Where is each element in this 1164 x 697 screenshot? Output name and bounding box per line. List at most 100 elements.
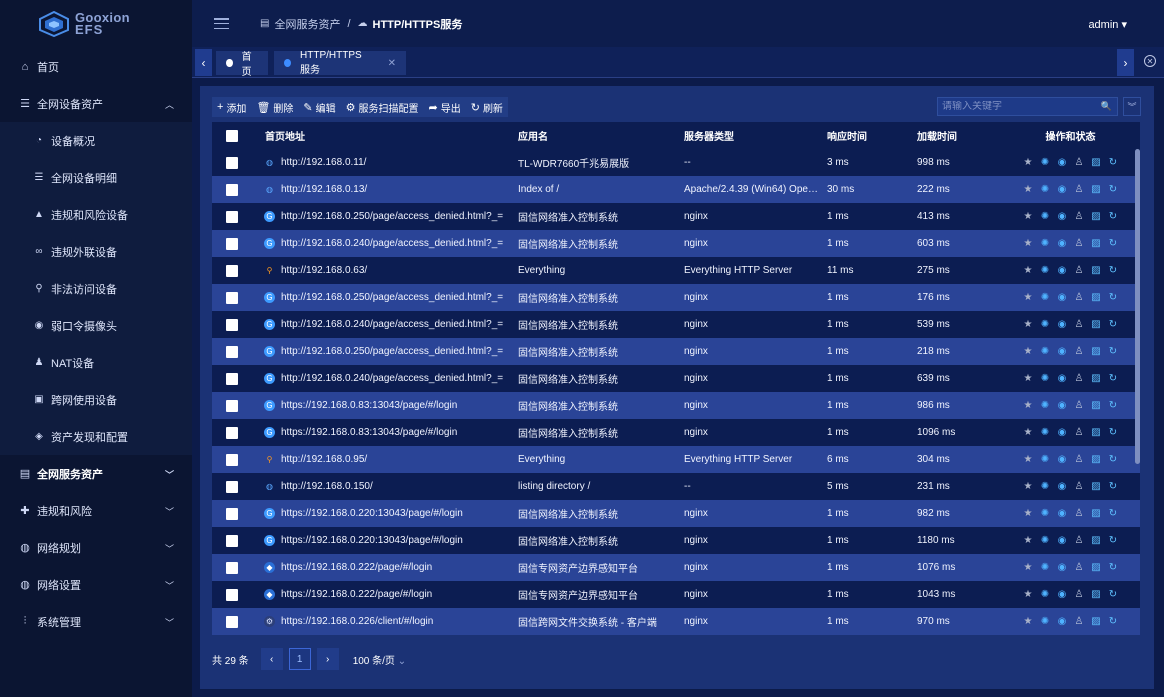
row-url[interactable]: http://192.168.0.63/: [281, 265, 367, 276]
bulb-icon[interactable]: ✺: [1039, 292, 1051, 304]
user-icon[interactable]: ♙: [1073, 400, 1085, 412]
refresh-icon[interactable]: ↻: [1107, 481, 1119, 493]
star-icon[interactable]: ★: [1022, 616, 1034, 628]
table-row[interactable]: ◍ http://192.168.0.13/Index of / Apache/2.…: [212, 176, 1140, 203]
bulb-icon[interactable]: ✺: [1039, 184, 1051, 196]
table-row[interactable]: Ghttps://192.168.0.220:13043/page/#/logi…: [212, 527, 1140, 554]
export-button[interactable]: ➦ 导出: [424, 97, 466, 117]
star-icon[interactable]: ★: [1022, 400, 1034, 412]
table-row[interactable]: ◍ http://192.168.0.150/listing directory …: [212, 473, 1140, 500]
row-url[interactable]: http://192.168.0.250/page/access_denied.…: [281, 292, 503, 303]
image-icon[interactable]: ▨: [1090, 292, 1102, 304]
user-icon[interactable]: ♙: [1073, 157, 1085, 169]
row-checkbox[interactable]: [226, 210, 238, 223]
table-row[interactable]: Ghttp://192.168.0.240/page/access_denied…: [212, 230, 1140, 257]
star-icon[interactable]: ★: [1022, 427, 1034, 439]
refresh-icon[interactable]: ↻: [1107, 508, 1119, 520]
bulb-icon[interactable]: ✺: [1039, 157, 1051, 169]
eye-icon[interactable]: ◉: [1056, 265, 1068, 277]
table-scrollbar[interactable]: [1135, 149, 1140, 464]
star-icon[interactable]: ★: [1022, 481, 1034, 493]
image-icon[interactable]: ▨: [1090, 157, 1102, 169]
table-row[interactable]: Ghttp://192.168.0.250/page/access_denied…: [212, 284, 1140, 311]
bulb-icon[interactable]: ✺: [1039, 238, 1051, 250]
image-icon[interactable]: ▨: [1090, 238, 1102, 250]
bulb-icon[interactable]: ✺: [1039, 373, 1051, 385]
image-icon[interactable]: ▨: [1090, 562, 1102, 574]
row-url[interactable]: http://192.168.0.11/: [281, 157, 366, 168]
star-icon[interactable]: ★: [1022, 184, 1034, 196]
sidebar-item-nat[interactable]: ♟ NAT设备: [0, 344, 192, 381]
refresh-icon[interactable]: ↻: [1107, 562, 1119, 574]
sidebar-item-risk-devices[interactable]: ▲ 违规和风险设备: [0, 196, 192, 233]
image-icon[interactable]: ▨: [1090, 319, 1102, 331]
refresh-icon[interactable]: ↻: [1107, 184, 1119, 196]
user-menu[interactable]: admin ▾: [1088, 18, 1127, 31]
refresh-icon[interactable]: ↻: [1107, 319, 1119, 331]
page-number-button[interactable]: 1: [288, 648, 311, 670]
user-icon[interactable]: ♙: [1073, 211, 1085, 223]
row-url[interactable]: http://192.168.0.250/page/access_denied.…: [281, 346, 503, 357]
bulb-icon[interactable]: ✺: [1039, 400, 1051, 412]
col-header-app[interactable]: 应用名: [518, 128, 684, 143]
table-row[interactable]: Ghttps://192.168.0.83:13043/page/#/login…: [212, 419, 1140, 446]
eye-icon[interactable]: ◉: [1056, 184, 1068, 196]
star-icon[interactable]: ★: [1022, 454, 1034, 466]
star-icon[interactable]: ★: [1022, 373, 1034, 385]
image-icon[interactable]: ▨: [1090, 535, 1102, 547]
eye-icon[interactable]: ◉: [1056, 238, 1068, 250]
table-row[interactable]: Ghttps://192.168.0.83:13043/page/#/login…: [212, 392, 1140, 419]
user-icon[interactable]: ♙: [1073, 481, 1085, 493]
eye-icon[interactable]: ◉: [1056, 427, 1068, 439]
add-button[interactable]: + 添加: [212, 97, 251, 117]
image-icon[interactable]: ▨: [1090, 481, 1102, 493]
user-icon[interactable]: ♙: [1073, 184, 1085, 196]
table-row[interactable]: ⚲ http://192.168.0.63/Everything Everythin…: [212, 257, 1140, 284]
scan-config-button[interactable]: ⚙ 服务扫描配置: [341, 97, 424, 117]
refresh-button[interactable]: ↻ 刷新: [466, 97, 508, 117]
col-header-response[interactable]: 响应时间: [827, 128, 917, 143]
star-icon[interactable]: ★: [1022, 292, 1034, 304]
select-all-checkbox[interactable]: [226, 129, 238, 142]
user-icon[interactable]: ♙: [1073, 373, 1085, 385]
refresh-icon[interactable]: ↻: [1107, 535, 1119, 547]
row-url[interactable]: https://192.168.0.220:13043/page/#/login: [281, 535, 463, 546]
image-icon[interactable]: ▨: [1090, 589, 1102, 601]
row-url[interactable]: http://192.168.0.240/page/access_denied.…: [281, 238, 503, 249]
bulb-icon[interactable]: ✺: [1039, 562, 1051, 574]
star-icon[interactable]: ★: [1022, 238, 1034, 250]
row-url[interactable]: https://192.168.0.83:13043/page/#/login: [281, 427, 457, 438]
row-checkbox[interactable]: [226, 534, 238, 547]
edit-button[interactable]: ✎ 编辑: [298, 97, 340, 117]
tab-scroll-left-button[interactable]: ‹: [195, 49, 212, 76]
table-row[interactable]: Ghttp://192.168.0.250/page/access_denied…: [212, 203, 1140, 230]
sidebar-item-overview[interactable]: ◔ 设备概况: [0, 122, 192, 159]
eye-icon[interactable]: ◉: [1056, 319, 1068, 331]
row-url[interactable]: http://192.168.0.13/: [281, 184, 367, 195]
user-icon[interactable]: ♙: [1073, 454, 1085, 466]
star-icon[interactable]: ★: [1022, 535, 1034, 547]
star-icon[interactable]: ★: [1022, 157, 1034, 169]
user-icon[interactable]: ♙: [1073, 508, 1085, 520]
row-checkbox[interactable]: [226, 345, 238, 358]
row-checkbox[interactable]: [226, 318, 238, 331]
refresh-icon[interactable]: ↻: [1107, 346, 1119, 358]
tab-scroll-right-button[interactable]: ›: [1117, 49, 1134, 76]
image-icon[interactable]: ▨: [1090, 454, 1102, 466]
row-checkbox[interactable]: [226, 453, 238, 466]
row-checkbox[interactable]: [226, 507, 238, 520]
row-checkbox[interactable]: [226, 372, 238, 385]
row-url[interactable]: https://192.168.0.222/page/#/login: [281, 562, 432, 573]
row-checkbox[interactable]: [226, 237, 238, 250]
table-row[interactable]: Ghttp://192.168.0.240/page/access_denied…: [212, 365, 1140, 392]
refresh-icon[interactable]: ↻: [1107, 292, 1119, 304]
row-url[interactable]: http://192.168.0.240/page/access_denied.…: [281, 319, 503, 330]
user-icon[interactable]: ♙: [1073, 346, 1085, 358]
image-icon[interactable]: ▨: [1090, 373, 1102, 385]
bulb-icon[interactable]: ✺: [1039, 319, 1051, 331]
bulb-icon[interactable]: ✺: [1039, 616, 1051, 628]
eye-icon[interactable]: ◉: [1056, 346, 1068, 358]
sidebar-item-service-assets[interactable]: ▤ 全网服务资产 ﹀: [0, 455, 192, 492]
table-row[interactable]: ⚲ http://192.168.0.95/Everything Everythin…: [212, 446, 1140, 473]
bulb-icon[interactable]: ✺: [1039, 265, 1051, 277]
